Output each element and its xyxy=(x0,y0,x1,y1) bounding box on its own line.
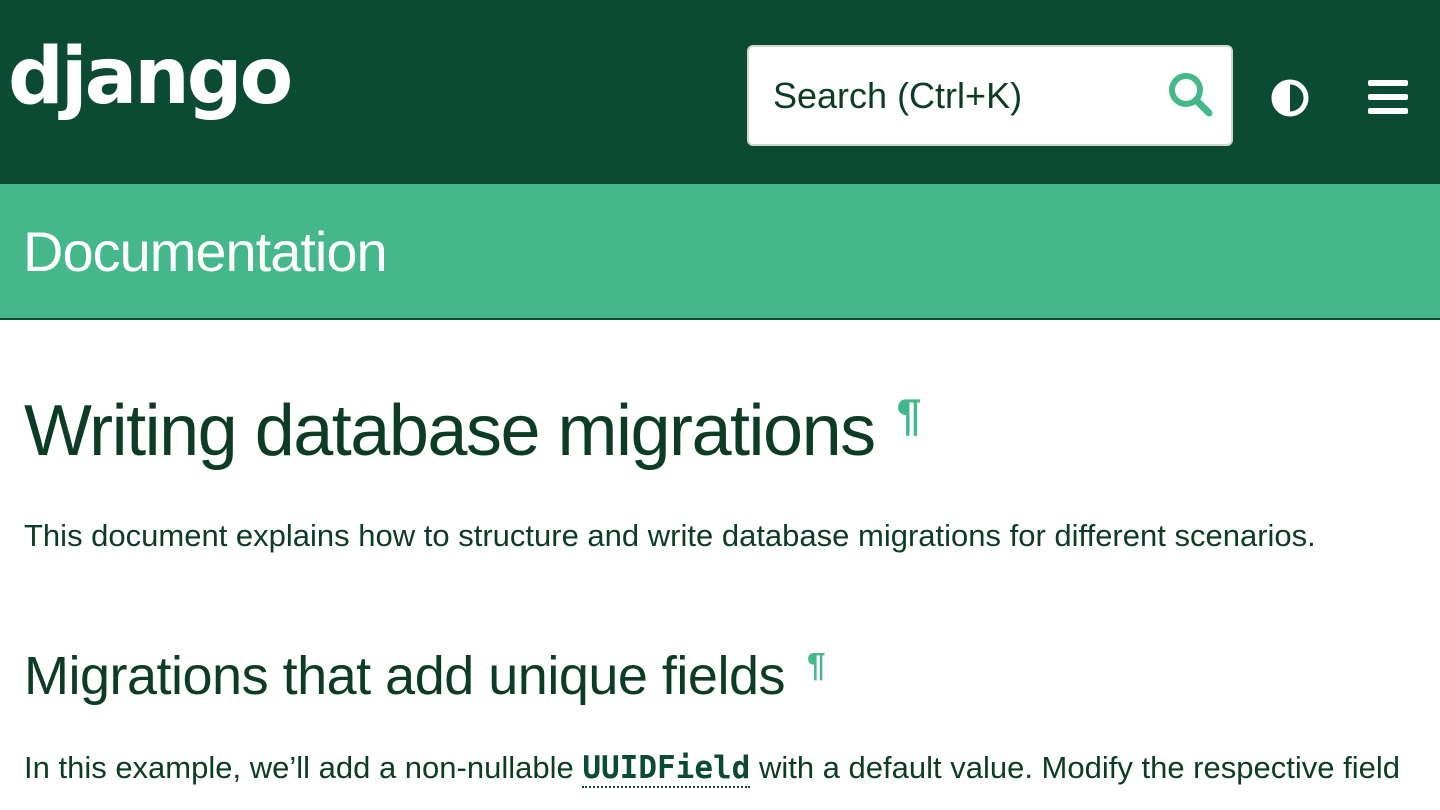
django-logo[interactable]: django xyxy=(8,38,293,116)
section-heading-text: Migrations that add unique fields xyxy=(24,646,786,706)
section-heading: Migrations that add unique fields ¶ xyxy=(24,644,826,709)
section-title: Documentation xyxy=(23,220,388,283)
menu-icon xyxy=(1368,80,1408,114)
paragraph-text-start: In this example, we’ll add a non-nullabl… xyxy=(24,750,583,785)
site-header: django xyxy=(0,0,1440,184)
theme-toggle-button[interactable] xyxy=(1268,76,1312,120)
uuidfield-link[interactable]: UUIDField xyxy=(582,750,751,788)
search-box xyxy=(747,45,1233,146)
page-title-text: Writing database migrations xyxy=(24,391,876,471)
search-icon xyxy=(1169,73,1213,117)
search-button[interactable] xyxy=(1163,67,1219,123)
title-anchor-link[interactable]: ¶ xyxy=(897,391,922,440)
menu-button[interactable] xyxy=(1366,76,1412,118)
paragraph-text-end: with a default value. Modify the respect… xyxy=(750,750,1400,785)
intro-paragraph: This document explains how to structure … xyxy=(24,518,1316,553)
section-paragraph: In this example, we’ll add a non-nullabl… xyxy=(24,750,1400,788)
search-input[interactable] xyxy=(749,47,1139,144)
documentation-banner: Documentation xyxy=(0,184,1440,320)
theme-toggle-icon xyxy=(1271,79,1309,117)
page-title: Writing database migrations ¶ xyxy=(24,388,922,474)
section-anchor-link[interactable]: ¶ xyxy=(807,647,826,684)
